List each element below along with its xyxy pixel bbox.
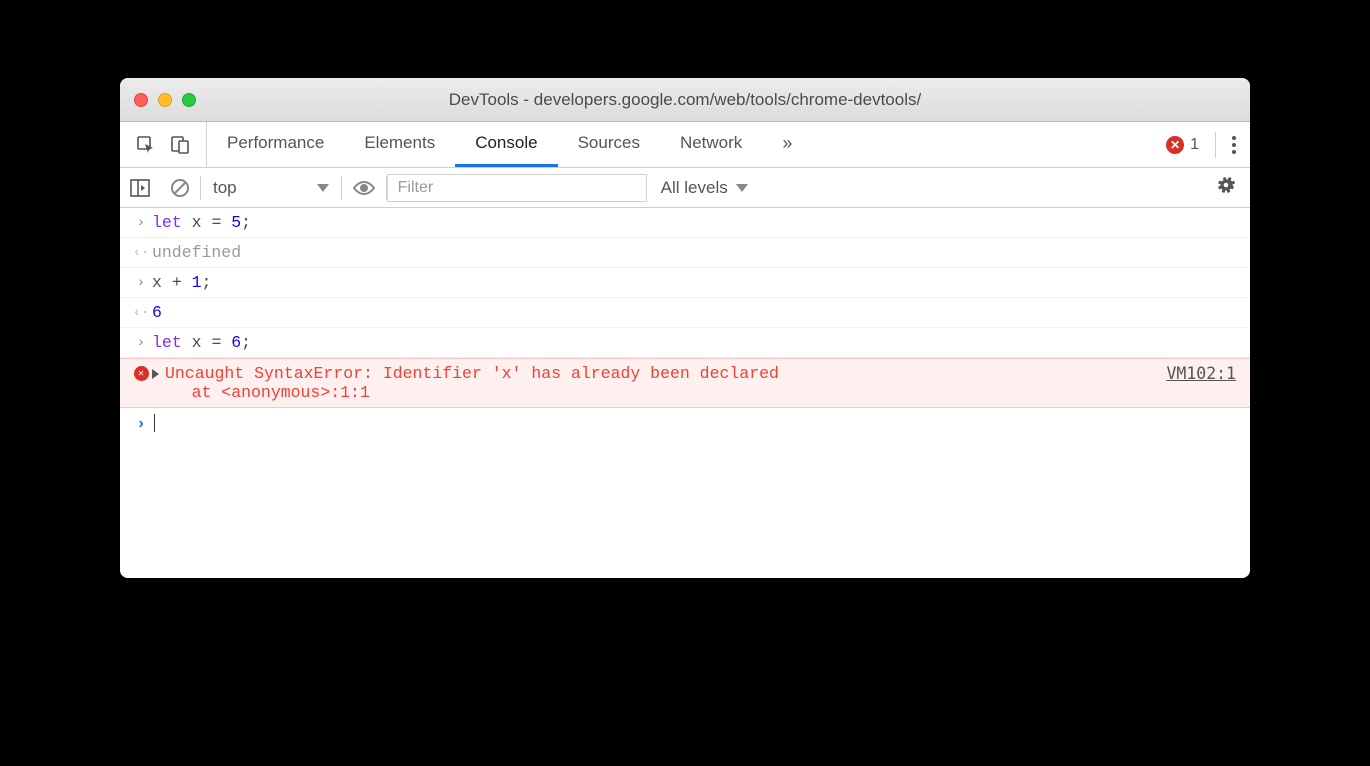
dropdown-triangle-icon: [736, 184, 748, 192]
return-value: undefined: [152, 243, 1236, 262]
filter-input[interactable]: [387, 174, 647, 202]
console-return-row: ‹· undefined: [120, 238, 1250, 268]
tab-elements[interactable]: Elements: [344, 122, 455, 167]
input-prompt-icon: ›: [130, 213, 152, 231]
toggle-sidebar-icon[interactable]: [120, 179, 160, 197]
more-options-button[interactable]: [1232, 136, 1236, 154]
context-label: top: [213, 178, 237, 198]
code-line: x + 1;: [152, 273, 1236, 292]
minimize-window-button[interactable]: [158, 93, 172, 107]
code-line: let x = 5;: [152, 213, 1236, 232]
zoom-window-button[interactable]: [182, 93, 196, 107]
expand-triangle-icon[interactable]: [152, 369, 159, 379]
levels-label: All levels: [661, 178, 728, 198]
clear-console-icon[interactable]: [160, 178, 200, 198]
error-icon: ✕: [1166, 136, 1184, 154]
active-prompt-icon: ›: [130, 413, 152, 433]
input-prompt-icon: ›: [130, 333, 152, 351]
code-line: let x = 6;: [152, 333, 1236, 352]
error-count-badge[interactable]: ✕ 1: [1166, 136, 1199, 154]
live-expression-icon[interactable]: [342, 180, 386, 196]
tab-network[interactable]: Network: [660, 122, 762, 167]
error-content: Uncaught SyntaxError: Identifier 'x' has…: [152, 364, 1166, 402]
return-value: 6: [152, 303, 1236, 322]
error-icon: ✕: [130, 364, 152, 381]
error-message: Uncaught SyntaxError: Identifier 'x' has…: [152, 364, 779, 402]
tab-console[interactable]: Console: [455, 122, 557, 167]
console-filter-bar: top All levels: [120, 168, 1250, 208]
panel-tabs: Performance Elements Console Sources Net…: [207, 122, 812, 167]
error-count: 1: [1190, 136, 1199, 154]
tab-sources[interactable]: Sources: [558, 122, 660, 167]
toolbar-divider: [1215, 132, 1216, 158]
console-input-row: › x + 1;: [120, 268, 1250, 298]
close-window-button[interactable]: [134, 93, 148, 107]
console-error-row: ✕ Uncaught SyntaxError: Identifier 'x' h…: [120, 358, 1250, 408]
execution-context-selector[interactable]: top: [201, 178, 341, 198]
input-prompt-icon: ›: [130, 273, 152, 291]
traffic-lights: [134, 93, 196, 107]
device-toolbar-icon[interactable]: [170, 135, 190, 155]
console-input-row: › let x = 6;: [120, 328, 1250, 358]
console-settings-icon[interactable]: [1202, 175, 1250, 200]
console-return-row: ‹· 6: [120, 298, 1250, 328]
prompt-input[interactable]: [152, 413, 1236, 432]
console-input-row: › let x = 5;: [120, 208, 1250, 238]
tabs-overflow-button[interactable]: »: [762, 122, 812, 167]
devtools-toolbar: Performance Elements Console Sources Net…: [120, 122, 1250, 168]
return-arrow-icon: ‹·: [130, 243, 152, 261]
error-source-link[interactable]: VM102:1: [1166, 364, 1236, 383]
console-output[interactable]: › let x = 5; ‹· undefined › x + 1; ‹· 6 …: [120, 208, 1250, 578]
tab-performance[interactable]: Performance: [207, 122, 344, 167]
devtools-window: DevTools - developers.google.com/web/too…: [120, 78, 1250, 578]
inspect-element-icon[interactable]: [136, 135, 156, 155]
window-title: DevTools - developers.google.com/web/too…: [120, 90, 1250, 110]
window-titlebar: DevTools - developers.google.com/web/too…: [120, 78, 1250, 122]
return-arrow-icon: ‹·: [130, 303, 152, 321]
dropdown-triangle-icon: [317, 184, 329, 192]
console-prompt-row[interactable]: ›: [120, 408, 1250, 438]
log-levels-selector[interactable]: All levels: [647, 178, 762, 198]
